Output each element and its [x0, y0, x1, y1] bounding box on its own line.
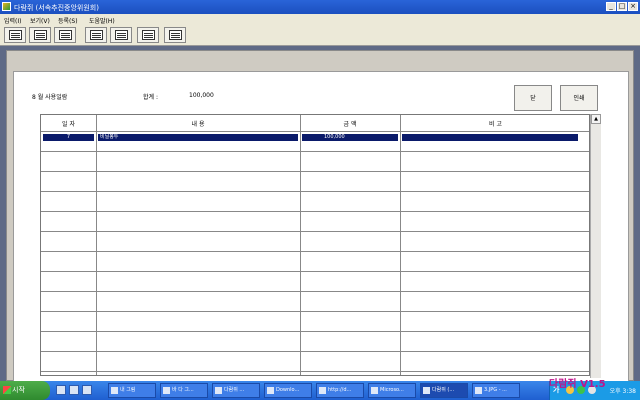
table-row[interactable]	[41, 212, 589, 232]
table-row[interactable]	[41, 172, 589, 192]
entries-table: 일 자 내 용 금 액 비 고 7 비닐봉투 100,000	[40, 114, 590, 376]
table-scrollbar[interactable]: ▲	[590, 114, 601, 378]
task-browser-2[interactable]: http://d...	[316, 383, 364, 398]
maximize-button[interactable]: □	[617, 2, 627, 11]
chart-icon[interactable]	[85, 27, 107, 43]
col-content: 내 용	[191, 121, 205, 128]
folder-icon[interactable]	[69, 385, 79, 395]
total-label: 합계 :	[143, 94, 158, 101]
windows-logo-icon	[3, 386, 11, 394]
table-row[interactable]	[41, 152, 589, 172]
window-title: 다람쥐 (서속추진중앙위원회)	[14, 4, 99, 12]
folder-icon	[267, 387, 274, 394]
start-button[interactable]: 시작	[0, 381, 50, 400]
close-button[interactable]: ×	[628, 2, 638, 11]
menu-help[interactable]: 도움말(H)	[89, 16, 115, 25]
table-row[interactable]	[41, 252, 589, 272]
stamp-icon[interactable]	[54, 27, 76, 43]
table-row[interactable]: 7 비닐봉투 100,000	[41, 132, 589, 152]
table-row[interactable]	[41, 332, 589, 352]
col-note: 비 고	[489, 121, 502, 128]
brand-label: 다람쥐 V1.5	[549, 379, 606, 390]
table-row[interactable]	[41, 292, 589, 312]
col-date: 일 자	[62, 121, 75, 128]
ie-icon	[163, 387, 170, 394]
task-word[interactable]: Microso...	[368, 383, 416, 398]
task-squirrel-1[interactable]: 다람쥐 ...	[212, 383, 260, 398]
cell-content[interactable]: 비닐봉투	[98, 134, 298, 141]
title-bar: 다람쥐 (서속추진중앙위원회) _ □ ×	[0, 0, 640, 14]
report-heading: 8 월 사용일람	[32, 94, 68, 101]
pen-icon[interactable]	[110, 27, 132, 43]
cell-amount[interactable]: 100,000	[302, 134, 398, 141]
squirrel-icon	[423, 387, 430, 394]
table-row[interactable]	[41, 232, 589, 252]
paint-icon	[475, 387, 482, 394]
menu-bar: 입력(I) 보기(V) 등록(S) 도움말(H)	[0, 14, 640, 25]
calc-icon[interactable]	[164, 27, 186, 43]
mdi-workspace: 8 월 사용일람 합계 : 100,000 닫 인쇄 일 자 내 용 금 액 비…	[0, 46, 640, 382]
word-icon	[371, 387, 378, 394]
task-downloads[interactable]: Downlo...	[264, 383, 312, 398]
window-icon	[215, 387, 222, 394]
menu-input[interactable]: 입력(I)	[4, 16, 22, 25]
table-row[interactable]	[41, 312, 589, 332]
table-row[interactable]	[41, 352, 589, 372]
ie-icon	[319, 387, 326, 394]
task-squirrel-active[interactable]: 다람쥐 (...	[420, 383, 468, 398]
print-button[interactable]: 인쇄	[560, 85, 598, 111]
minimize-button[interactable]: _	[606, 2, 616, 11]
desktop-icon[interactable]	[56, 385, 66, 395]
edit-icon[interactable]	[4, 27, 26, 43]
cell-note[interactable]	[402, 134, 578, 141]
card-icon[interactable]	[137, 27, 159, 43]
task-browser-1[interactable]: 바 다 그...	[160, 383, 208, 398]
task-paint[interactable]: 3.JPG - ...	[472, 383, 520, 398]
app-icon	[2, 2, 11, 11]
table-header: 일 자 내 용 금 액 비 고	[41, 115, 589, 132]
table-row[interactable]	[41, 272, 589, 292]
col-amount: 금 액	[343, 121, 357, 128]
menu-register[interactable]: 등록(S)	[58, 16, 78, 25]
close-report-button[interactable]: 닫	[514, 85, 552, 111]
table-row[interactable]	[41, 192, 589, 212]
clock: 오후 3:38	[609, 388, 636, 395]
cell-day[interactable]: 7	[43, 134, 94, 141]
menu-view[interactable]: 보기(V)	[30, 16, 50, 25]
scroll-up-icon[interactable]: ▲	[591, 114, 601, 124]
folder-icon	[111, 387, 118, 394]
total-value: 100,000	[189, 92, 214, 99]
toolbar	[0, 25, 640, 46]
ie-icon[interactable]	[82, 385, 92, 395]
book-icon[interactable]	[29, 27, 51, 43]
task-my-pictures[interactable]: 내 그림	[108, 383, 156, 398]
taskbar: 시작 내 그림 바 다 그... 다람쥐 ... Downlo... http:…	[0, 381, 640, 400]
window-controls: _ □ ×	[606, 2, 638, 11]
